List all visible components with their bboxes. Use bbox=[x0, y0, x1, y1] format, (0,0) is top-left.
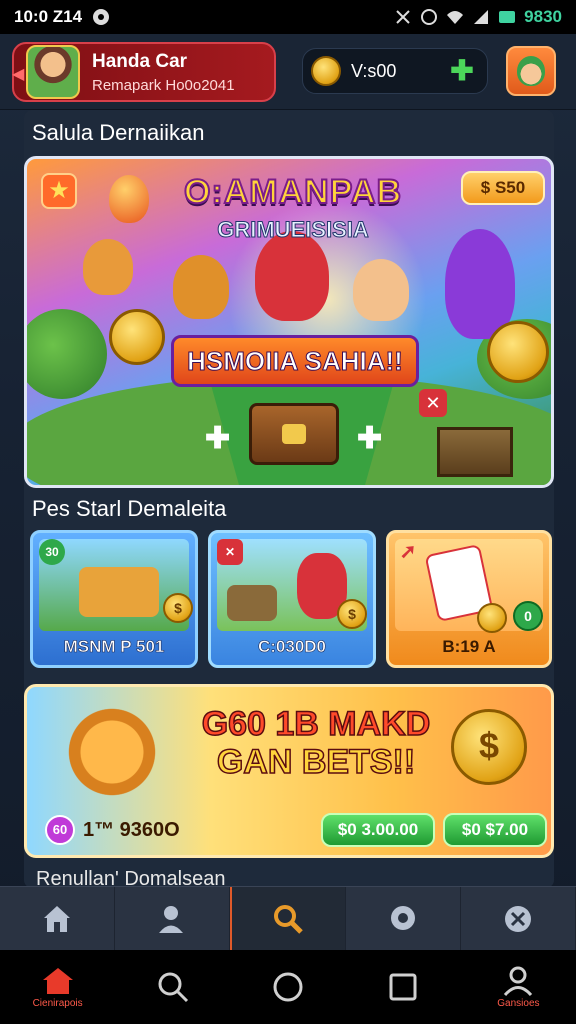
wifi-icon bbox=[447, 11, 464, 24]
chat-icon bbox=[391, 905, 416, 930]
dog-character bbox=[79, 567, 159, 617]
battery-icon bbox=[499, 11, 516, 23]
sys-profile[interactable]: Gansioes bbox=[461, 950, 576, 1024]
recents-icon bbox=[389, 973, 417, 1001]
cards-section-title: Pes Starl Demaleita bbox=[32, 496, 227, 521]
card-label: B:19 A bbox=[442, 637, 496, 656]
home-icon bbox=[42, 967, 73, 994]
no-sound-icon bbox=[396, 10, 410, 24]
plus-left-icon: ✚ bbox=[205, 422, 231, 455]
sys-home-circle[interactable] bbox=[230, 950, 345, 1024]
card-label: MSNM P 501 bbox=[63, 637, 165, 657]
home-icon bbox=[43, 905, 70, 932]
promo-title: G60 1B MAKD GAN BETS!! bbox=[191, 704, 441, 782]
knight-character bbox=[445, 229, 515, 339]
star-icon[interactable]: ★ bbox=[41, 173, 77, 209]
system-nav: Cienirapois Gansioes bbox=[0, 950, 576, 1024]
search-icon bbox=[158, 972, 188, 1003]
user-icon bbox=[158, 905, 183, 933]
nav-search[interactable] bbox=[229, 887, 347, 950]
circle-home-icon bbox=[273, 972, 303, 1002]
plus-right-icon: ✚ bbox=[357, 422, 383, 455]
profile-name: Handa Car bbox=[92, 50, 188, 72]
settings-icon bbox=[93, 9, 110, 25]
signal-icon bbox=[474, 10, 489, 24]
back-icon[interactable]: ◀ bbox=[12, 64, 24, 84]
coin-icon bbox=[477, 603, 507, 633]
sys-profile-label: Gansioes bbox=[497, 997, 540, 1009]
battery-level: 9830 bbox=[524, 7, 562, 26]
user-icon bbox=[504, 966, 533, 996]
sys-search[interactable] bbox=[115, 950, 230, 1024]
profile-card[interactable]: ◀ Handa Car Remapark Ho0o2041 bbox=[12, 42, 276, 102]
stat-badge: 60 bbox=[45, 815, 75, 845]
fox-pet-icon bbox=[57, 707, 167, 807]
game-card[interactable]: $ 30 MSNM P 501 bbox=[30, 530, 198, 668]
coin-stack-icon: $ bbox=[451, 709, 527, 785]
coin-big-icon bbox=[487, 321, 549, 383]
coin-icon bbox=[311, 56, 341, 86]
card-row: $ 30 MSNM P 501 $ ✕ C:030D0 0 ➚ B:19 A bbox=[30, 530, 552, 670]
close-icon[interactable]: ✕ bbox=[419, 389, 447, 417]
featured-section-title: Salula Dernaiikan bbox=[32, 120, 205, 145]
promo-title-line1: G60 1B MAKD bbox=[201, 704, 431, 744]
nav-chat[interactable] bbox=[346, 887, 462, 950]
price-tag[interactable]: $ S50 bbox=[461, 171, 545, 205]
game-card[interactable]: 0 ➚ B:19 A bbox=[386, 530, 552, 668]
hero-character bbox=[255, 231, 329, 321]
promo-stat: 60 1™ 9360O bbox=[45, 815, 180, 845]
coin-icon: $ bbox=[163, 593, 193, 623]
chest-icon bbox=[227, 585, 277, 621]
status-bar: 10:0 Z14 9830 bbox=[0, 0, 576, 34]
hero-title: O:AMANPAB bbox=[183, 172, 402, 212]
sys-home[interactable]: Cienirapois bbox=[0, 950, 115, 1024]
treasure-chest-icon[interactable] bbox=[249, 403, 339, 465]
friends-button[interactable] bbox=[506, 46, 556, 96]
clock: 10:0 Z14 bbox=[14, 7, 83, 26]
fox-character bbox=[83, 239, 133, 295]
featured-banner[interactable]: ★ $ S50 O:AMANPAB GRIMUEISISIA HSMOIIA S… bbox=[24, 156, 554, 488]
crate-icon bbox=[437, 427, 513, 477]
promo-title-line2: GAN BETS!! bbox=[216, 742, 416, 782]
buy-button-1[interactable]: $0 3.00.00 bbox=[321, 813, 435, 847]
card-badge: ✕ bbox=[217, 539, 243, 565]
tree-left bbox=[27, 309, 107, 399]
friend-avatar-icon bbox=[517, 56, 545, 86]
close-circle-icon bbox=[505, 905, 532, 932]
avatar[interactable] bbox=[26, 45, 80, 99]
app-bottom-nav bbox=[0, 886, 576, 950]
coin-icon: $ bbox=[337, 599, 367, 629]
arrow-badge-icon: ➚ bbox=[399, 541, 417, 563]
cat-character bbox=[173, 255, 229, 319]
card-badge: 30 bbox=[39, 539, 65, 565]
green-token-icon: 0 bbox=[513, 601, 543, 631]
promo-banner[interactable]: G60 1B MAKD GAN BETS!! $ 60 1™ 9360O $0 … bbox=[24, 684, 554, 858]
stat-value: 1™ 9360O bbox=[83, 818, 180, 841]
coin-balance[interactable]: V:s00 ✚ bbox=[302, 48, 488, 94]
nav-profile[interactable] bbox=[115, 887, 230, 950]
add-coins-icon[interactable]: ✚ bbox=[449, 57, 475, 85]
coin-stack-icon bbox=[109, 309, 165, 365]
hero-banner-text: HSMOIIA SAHIA!! bbox=[171, 335, 419, 387]
section3-title: Renullan' Domalsean bbox=[36, 868, 226, 888]
hero-subtitle: GRIMUEISISIA bbox=[217, 217, 370, 243]
app-header: ◀ Handa Car Remapark Ho0o2041 V:s00 ✚ bbox=[0, 34, 576, 110]
nav-home[interactable] bbox=[0, 887, 115, 950]
nav-close[interactable] bbox=[461, 887, 576, 950]
sys-home-label: Cienirapois bbox=[32, 997, 83, 1009]
nfc-icon bbox=[421, 9, 438, 25]
coin-value: V:s00 bbox=[351, 60, 397, 81]
buy-button-2[interactable]: $0 $7.00 bbox=[443, 813, 547, 847]
sys-recents[interactable] bbox=[346, 950, 461, 1024]
search-icon bbox=[274, 904, 304, 934]
boy-character bbox=[353, 259, 409, 321]
balloon-icon bbox=[109, 175, 149, 223]
game-card[interactable]: $ ✕ C:030D0 bbox=[208, 530, 376, 668]
card-label: C:030D0 bbox=[257, 637, 327, 657]
profile-subtitle: Remapark Ho0o2041 bbox=[92, 76, 235, 94]
